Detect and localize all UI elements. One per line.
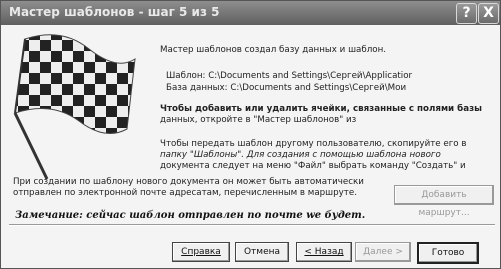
checkered-flag-icon [13, 34, 136, 180]
share-line3: документа следует на меню "Файл" выбрать… [160, 161, 466, 171]
template-wizard-window: Мастер шаблонов - шаг 5 из 5 ? X Мастер … [0, 0, 501, 269]
finish-button[interactable]: Готово [417, 242, 479, 264]
back-button[interactable]: < Назад [296, 242, 352, 262]
help-icon[interactable]: ? [456, 3, 477, 24]
note-text: Замечание: сейчас шаблон отправлен по по… [15, 210, 366, 221]
next-button[interactable]: Далее > [355, 242, 411, 262]
add-remove-line1: Чтобы добавить или удалить ячейки, связа… [160, 104, 483, 114]
template-path: Шаблон: C:\Documents and Settings\Сергей… [166, 71, 413, 81]
auto-send-line2: отправлен по электронной почте адресатам… [13, 188, 357, 198]
add-route-button[interactable]: Добавить маршрут... [394, 185, 494, 218]
title-bar[interactable]: Мастер шаблонов - шаг 5 из 5 ? X [1, 1, 500, 25]
share-line1: Чтобы передать шаблон другому пользовате… [160, 139, 467, 149]
separator [9, 224, 495, 226]
database-path: База данных: C:\Documents and Settings\С… [166, 83, 407, 93]
close-icon[interactable]: X [478, 3, 499, 24]
window-title: Мастер шаблонов - шаг 5 из 5 [9, 5, 220, 19]
add-remove-line2: данных, откройте в "Мастер шаблонов" из [160, 115, 357, 125]
intro-text: Мастер шаблонов создал базу данных и шаб… [160, 45, 387, 55]
cancel-button[interactable]: Отмена [235, 242, 289, 262]
share-line2: папку "Шаблоны". Для создания с помощью … [160, 150, 441, 160]
help-button[interactable]: Справка [172, 242, 230, 262]
auto-send-line1: При создании по шаблону нового документа… [13, 177, 364, 187]
